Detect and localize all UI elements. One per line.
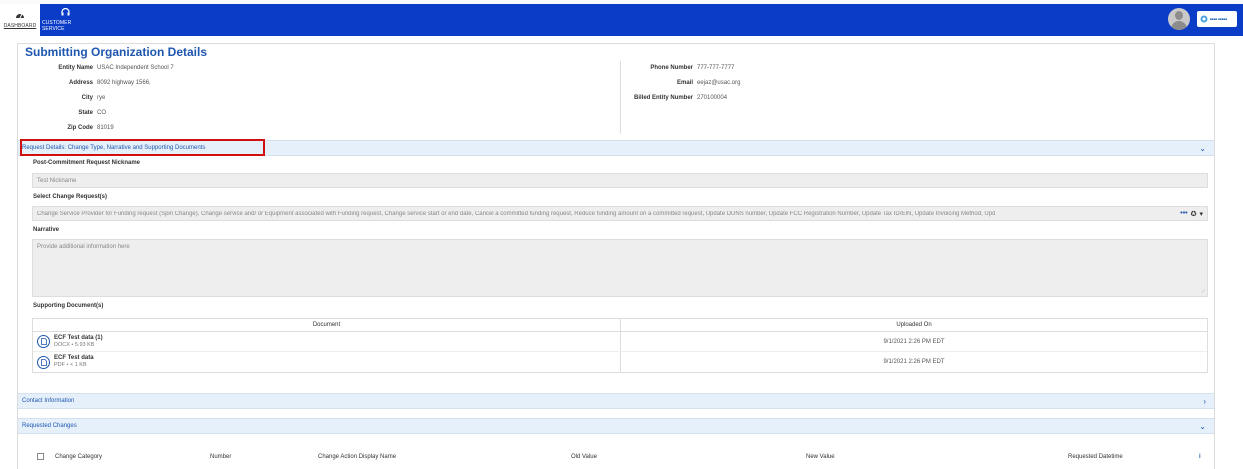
dashboard-icon — [15, 11, 25, 21]
more-icon[interactable]: ••• — [1180, 210, 1187, 218]
requested-changes-title: Requested Changes — [22, 423, 77, 429]
document-meta: DOCX • 5.93 KB — [54, 341, 95, 348]
dropdown-caret-icon[interactable]: ▾ — [1199, 210, 1203, 218]
phone-row: Phone Number 777-777-7777 — [650, 65, 735, 71]
nickname-field[interactable]: Test Nickname — [32, 173, 1208, 188]
contact-info-title: Contact Information — [22, 398, 75, 404]
change-request-select[interactable]: Change Service Provider for Funding requ… — [32, 206, 1208, 221]
usac-logo[interactable]: ■■■■ ■■■■■ — [1197, 11, 1237, 27]
document-icon — [37, 355, 50, 369]
address-row: Address 8092 highway 1566, — [68, 80, 151, 86]
email-row: Email eejaz@usac.org — [676, 80, 741, 86]
table-row[interactable]: ECF Test data (1) DOCX • 5.93 KB 9/1/202… — [33, 332, 1207, 352]
nickname-label: Post-Commitment Request Nickname — [33, 160, 141, 166]
document-meta: PDF • < 1 KB — [54, 362, 87, 368]
top-nav-bar: DASHBOARD CUSTOMER SERVICE ■■■■ ■■■■■ — [0, 4, 1243, 36]
column-header-uploaded[interactable]: Uploaded On — [621, 319, 1207, 331]
info-icon[interactable]: i — [1199, 454, 1201, 460]
table-row[interactable]: ECF Test data PDF • < 1 KB 9/1/2021 2:26… — [33, 352, 1207, 372]
city-row: City rye — [81, 95, 106, 101]
org-title: Submitting Organization Details — [25, 45, 208, 59]
nav-customer-service-label: CUSTOMER SERVICE — [42, 20, 72, 32]
column-header-change-category[interactable]: Change Category — [55, 454, 102, 460]
zip-code-row: Zip Code 81019 — [67, 125, 114, 131]
state-row: State CO — [78, 110, 106, 116]
contact-info-header[interactable]: Contact Information › — [18, 393, 1214, 409]
column-header-document[interactable]: Document — [33, 319, 621, 331]
request-details-title: Request Details: Change Type, Narrative … — [22, 145, 206, 151]
column-header-requested-datetime[interactable]: Requested Datetime — [1068, 454, 1123, 460]
nav-customer-service[interactable]: CUSTOMER SERVICE — [42, 4, 88, 36]
document-name[interactable]: ECF Test data (1) — [54, 335, 103, 342]
column-header-new-value[interactable]: New Value — [806, 454, 835, 460]
column-header-old-value[interactable]: Old Value — [571, 454, 597, 460]
table-header: Document Uploaded On — [33, 319, 1207, 332]
user-avatar[interactable] — [1168, 8, 1190, 30]
change-request-label: Select Change Request(s) — [33, 194, 108, 200]
column-header-change-action[interactable]: Change Action Display Name — [318, 454, 396, 460]
uploaded-on: 9/1/2021 2:26 PM EDT — [883, 338, 945, 345]
column-header-number[interactable]: Number — [210, 454, 231, 460]
requested-changes-table-header: Change Category Number Change Action Dis… — [18, 446, 1214, 468]
narrative-placeholder: Provide additional information here — [37, 244, 130, 250]
request-details-header[interactable]: Request Details: Change Type, Narrative … — [18, 140, 1214, 156]
uploaded-on: 9/1/2021 2:26 PM EDT — [883, 359, 945, 365]
billed-entity-row: Billed Entity Number 270100004 — [633, 95, 728, 101]
narrative-textarea[interactable]: Provide additional information here ⟋ — [32, 239, 1208, 297]
narrative-label: Narrative — [33, 227, 60, 233]
nav-dashboard[interactable]: DASHBOARD — [0, 4, 40, 36]
document-icon — [37, 335, 50, 348]
entity-name-row: Entity Name USAC Independent School 7 — [58, 65, 174, 71]
change-request-value: Change Service Provider for Funding requ… — [37, 210, 996, 217]
headset-icon — [60, 7, 70, 18]
supporting-docs-table: Document Uploaded On ECF Test data (1) D… — [32, 318, 1208, 373]
main-panel: Submitting Organization Details Entity N… — [17, 43, 1215, 469]
nav-dashboard-label: DASHBOARD — [3, 23, 37, 29]
clear-icon[interactable]: ✪ — [1191, 210, 1197, 218]
supporting-docs-label: Supporting Document(s) — [33, 303, 104, 309]
document-name[interactable]: ECF Test data — [54, 355, 94, 362]
chevron-down-icon[interactable]: ⌄ — [1199, 144, 1206, 153]
chevron-right-icon[interactable]: › — [1203, 397, 1206, 406]
chevron-down-icon[interactable]: ⌄ — [1199, 422, 1206, 431]
resize-handle-icon[interactable]: ⟋ — [1201, 289, 1205, 295]
requested-changes-header[interactable]: Requested Changes ⌄ — [18, 418, 1214, 434]
select-all-checkbox[interactable] — [37, 453, 44, 460]
